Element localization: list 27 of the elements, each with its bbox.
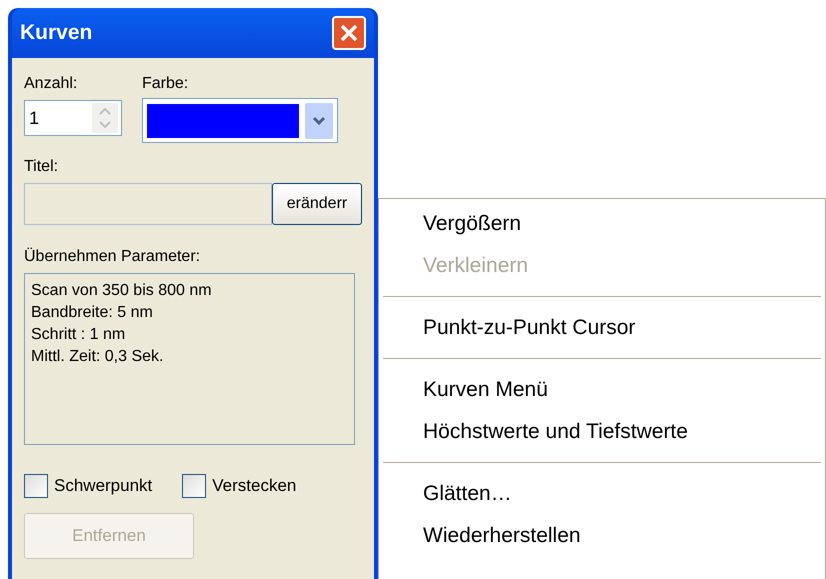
chevron-down-icon xyxy=(312,116,326,126)
menu-item[interactable]: Vergößern xyxy=(379,203,825,245)
close-button[interactable] xyxy=(332,16,366,50)
spinner-arrows-icon xyxy=(92,103,118,133)
parameter-line: Scan von 350 bis 800 nm xyxy=(31,281,213,301)
window-title: Kurven xyxy=(20,20,92,46)
color-label: Farbe: xyxy=(142,74,190,94)
checkbox-label: Schwerpunkt xyxy=(54,475,152,497)
parameter-line: Mittl. Zeit: 0,3 Sek. xyxy=(31,347,164,367)
menu-item[interactable]: Punkt-zu-Punkt Cursor xyxy=(379,307,825,349)
title-label: Titel: xyxy=(24,157,60,177)
color-dropdown[interactable] xyxy=(142,98,338,143)
parameter-line: Schritt : 1 nm xyxy=(31,325,126,345)
close-icon xyxy=(339,23,359,43)
checkbox[interactable] xyxy=(24,474,48,498)
title-input-field[interactable] xyxy=(24,183,272,225)
menu-item[interactable]: Höchstwerte und Tiefstwerte xyxy=(379,411,825,453)
parameters-label: Übernehmen Parameter: xyxy=(24,246,202,267)
checkbox-label: Verstecken xyxy=(212,475,296,497)
menu-item[interactable]: Kurven Menü xyxy=(379,369,825,411)
parameter-line: Bandbreite: 5 nm xyxy=(31,303,154,323)
count-spinner[interactable]: 1 xyxy=(24,100,122,136)
menu-item[interactable]: Wiederherstellen xyxy=(379,515,825,557)
checkbox[interactable] xyxy=(182,474,206,498)
count-label: Anzahl: xyxy=(24,74,78,94)
menu-item[interactable]: Glätten… xyxy=(379,473,825,515)
change-button[interactable]: eränderr xyxy=(272,183,362,225)
